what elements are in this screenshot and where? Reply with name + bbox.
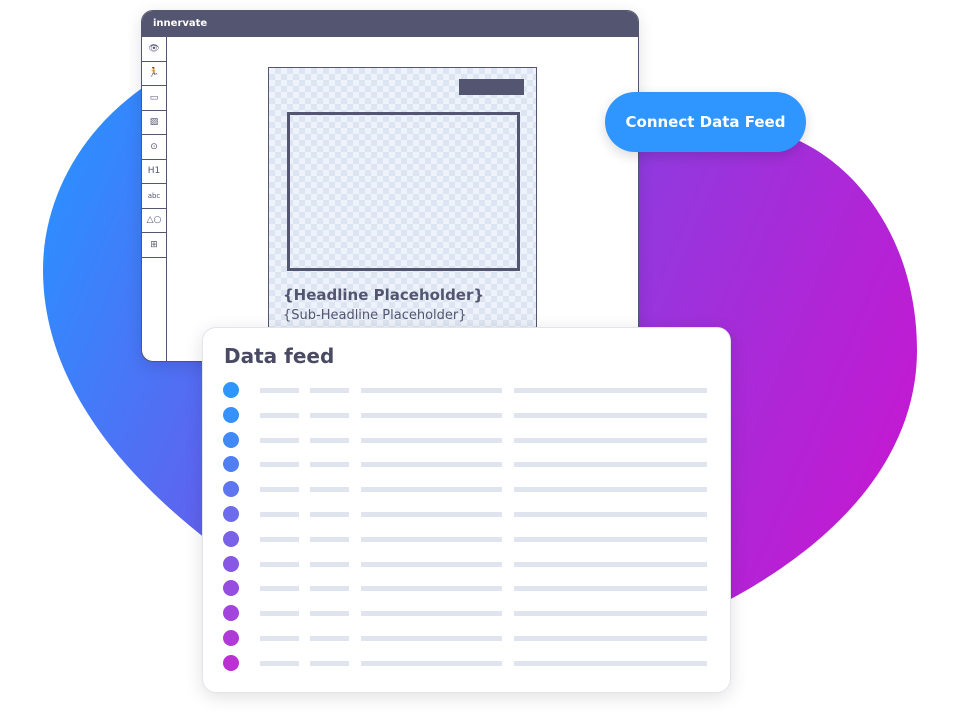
- feed-row[interactable]: [223, 555, 713, 572]
- feed-cell-placeholder: [310, 561, 349, 567]
- feed-row[interactable]: [223, 630, 713, 646]
- data-feed-card: Data feed: [202, 327, 731, 693]
- feed-row[interactable]: [223, 406, 713, 423]
- feed-cell-placeholder: [260, 462, 299, 468]
- feed-status-dot: [223, 382, 239, 398]
- feed-status-dot: [223, 555, 239, 572]
- feed-row[interactable]: [223, 530, 713, 547]
- add-folder-icon[interactable]: ⊞: [142, 233, 166, 258]
- feed-cell-placeholder: [310, 536, 349, 542]
- layers-icon[interactable]: ▭: [142, 86, 166, 111]
- feed-cell-placeholder: [514, 561, 707, 567]
- feed-cell-placeholder: [361, 462, 502, 468]
- ad-canvas[interactable]: {Headline Placeholder} {Sub-Headline Pla…: [268, 67, 537, 361]
- feed-cell-placeholder: [310, 437, 349, 443]
- video-play-icon[interactable]: ⊙: [142, 135, 166, 160]
- feed-cell-placeholder: [361, 586, 502, 592]
- feed-cell-placeholder: [514, 611, 707, 617]
- feed-status-dot: [223, 530, 239, 547]
- feed-cell-placeholder: [310, 462, 349, 468]
- feed-row[interactable]: [223, 481, 713, 498]
- feed-cell-placeholder: [260, 512, 299, 517]
- feed-cell-placeholder: [514, 437, 707, 443]
- app-title: innervate: [142, 11, 638, 37]
- feed-cell-placeholder: [260, 412, 299, 418]
- shapes-icon[interactable]: △○: [142, 209, 166, 233]
- feed-status-dot: [223, 506, 239, 522]
- feed-row[interactable]: [223, 654, 713, 671]
- editor-window: innervate 👁 🏃 ▭ ▨ ⊙ H1 abc △○ ⊞ {Headlin…: [141, 10, 639, 362]
- feed-cell-placeholder: [361, 437, 502, 443]
- logo-placeholder: [459, 79, 524, 95]
- feed-cell-placeholder: [310, 586, 349, 592]
- feed-cell-placeholder: [310, 636, 349, 641]
- feed-cell-placeholder: [361, 412, 502, 418]
- headline-placeholder: {Headline Placeholder}: [283, 286, 485, 304]
- feed-cell-placeholder: [260, 536, 299, 542]
- feed-cell-placeholder: [361, 561, 502, 567]
- feed-cell-placeholder: [260, 611, 299, 617]
- feed-cell-placeholder: [260, 636, 299, 641]
- feed-cell-placeholder: [260, 660, 299, 666]
- feed-cell-placeholder: [361, 536, 502, 542]
- feed-cell-placeholder: [514, 487, 707, 493]
- animation-running-icon[interactable]: 🏃: [142, 62, 166, 86]
- feed-cell-placeholder: [260, 437, 299, 443]
- feed-cell-placeholder: [361, 611, 502, 617]
- feed-cell-placeholder: [310, 512, 349, 517]
- tool-sidebar: 👁 🏃 ▭ ▨ ⊙ H1 abc △○ ⊞: [142, 37, 167, 361]
- feed-row[interactable]: [223, 605, 713, 622]
- feed-cell-placeholder: [361, 388, 502, 393]
- feed-status-dot: [223, 605, 239, 622]
- feed-cell-placeholder: [310, 611, 349, 617]
- feed-cell-placeholder: [260, 487, 299, 493]
- feed-cell-placeholder: [514, 660, 707, 666]
- feed-cell-placeholder: [310, 660, 349, 666]
- feed-cell-placeholder: [310, 388, 349, 393]
- feed-cell-placeholder: [514, 388, 707, 393]
- feed-cell-placeholder: [260, 586, 299, 592]
- feed-row[interactable]: [223, 431, 713, 448]
- body-text-icon[interactable]: abc: [142, 184, 166, 209]
- connect-data-feed-button[interactable]: Connect Data Feed: [605, 92, 806, 152]
- feed-cell-placeholder: [361, 636, 502, 641]
- feed-cell-placeholder: [361, 487, 502, 493]
- feed-cell-placeholder: [310, 412, 349, 418]
- feed-cell-placeholder: [514, 536, 707, 542]
- data-feed-title: Data feed: [224, 344, 335, 368]
- feed-cell-placeholder: [514, 636, 707, 641]
- subheadline-placeholder: {Sub-Headline Placeholder}: [283, 308, 467, 323]
- feed-row[interactable]: [223, 456, 713, 473]
- feed-row[interactable]: [223, 580, 713, 597]
- preview-eye-icon[interactable]: 👁: [142, 37, 166, 62]
- feed-cell-placeholder: [514, 512, 707, 517]
- feed-status-dot: [223, 481, 239, 498]
- feed-cell-placeholder: [361, 660, 502, 666]
- image-icon[interactable]: ▨: [142, 111, 166, 135]
- feed-cell-placeholder: [361, 512, 502, 517]
- feed-cell-placeholder: [310, 487, 349, 493]
- feed-cell-placeholder: [260, 561, 299, 567]
- feed-status-dot: [223, 456, 239, 473]
- feed-cell-placeholder: [260, 388, 299, 393]
- image-placeholder: [287, 112, 520, 271]
- feed-status-dot: [223, 654, 239, 671]
- feed-row[interactable]: [223, 506, 713, 522]
- headline-text-icon[interactable]: H1: [142, 160, 166, 184]
- feed-status-dot: [223, 580, 239, 597]
- feed-cell-placeholder: [514, 462, 707, 468]
- feed-status-dot: [223, 431, 239, 448]
- feed-status-dot: [223, 630, 239, 646]
- feed-cell-placeholder: [514, 586, 707, 592]
- feed-cell-placeholder: [514, 412, 707, 418]
- feed-status-dot: [223, 406, 239, 423]
- feed-row[interactable]: [223, 382, 713, 398]
